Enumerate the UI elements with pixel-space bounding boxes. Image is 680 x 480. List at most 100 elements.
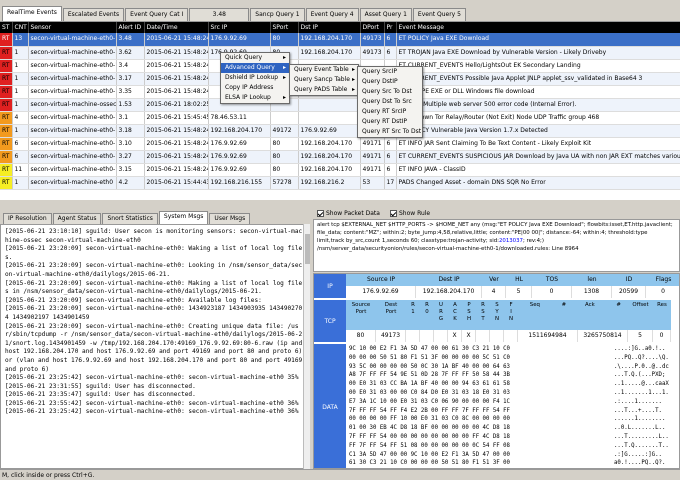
table-row[interactable]: RT 1 secon-virtual-machine-eth0-1 3.62 2015-… — [0, 46, 680, 60]
col-src-ip[interactable]: Src IP — [208, 22, 271, 33]
sensor-cell[interactable]: secon-virtual-machine-eth0-1 — [28, 111, 117, 125]
date-time-cell[interactable]: 2015-06-21 15:48:24 — [144, 124, 209, 138]
protocol-cell[interactable]: 6 — [384, 150, 397, 164]
dst-ip-cell[interactable]: 192.168.204.170 — [298, 137, 361, 151]
tab-alert-348[interactable]: 3.48 — [189, 8, 250, 21]
count-cell[interactable]: 1 — [12, 59, 29, 73]
sport-cell[interactable] — [270, 111, 299, 125]
menu-query-sancp-table[interactable]: Query Sancp Table ▸ — [290, 75, 358, 85]
menu-query-rt-dstip[interactable]: Query RT DstIP — [358, 117, 422, 127]
dport-cell[interactable]: 49173 — [360, 33, 385, 47]
menu-quick-query[interactable]: Quick Query ▸ — [221, 53, 289, 63]
event-message-cell[interactable]: ET TROJAN Java EXE Download by Vulnerabl… — [396, 46, 680, 60]
tab-snort-statistics[interactable]: Snort Statistics — [102, 213, 158, 224]
src-ip-cell[interactable]: 176.9.92.69 — [208, 163, 271, 177]
date-time-cell[interactable]: 2015-06-21 15:48:24 — [144, 85, 209, 99]
event-message-cell[interactable]: ET POLICY Java EXE Download — [396, 33, 680, 47]
dport-cell[interactable]: 49171 — [360, 163, 385, 177]
status-cell[interactable]: RT — [0, 59, 13, 73]
table-row[interactable]: RT 6 secon-virtual-machine-eth0-1 3.27 2015-… — [0, 150, 680, 164]
menu-copy-ip-address[interactable]: Copy IP Address — [221, 83, 289, 93]
date-time-cell[interactable]: 2015-06-21 15:44:43 — [144, 176, 209, 190]
sport-cell[interactable]: 80 — [270, 33, 299, 47]
col-event-message[interactable]: Event Message — [396, 22, 680, 33]
sensor-cell[interactable]: secon-virtual-machine-eth0-1 — [28, 59, 117, 73]
tab-ip-resolution[interactable]: IP Resolution — [3, 213, 52, 224]
col-cnt[interactable]: CNT — [12, 22, 29, 33]
ascii-dump[interactable]: ....:]G..a0.!.. ...PQ..Q?....\Q. .\....P… — [614, 344, 679, 468]
sensor-cell[interactable]: secon-virtual-machine-eth0-1 — [28, 137, 117, 151]
date-time-cell[interactable]: 2015-06-21 15:45:45 — [144, 111, 209, 125]
checkbox-icon[interactable] — [317, 209, 324, 217]
count-cell[interactable]: 1 — [12, 85, 29, 99]
checkbox-icon[interactable] — [389, 209, 397, 217]
col-dst-ip[interactable]: Dst IP — [298, 22, 361, 33]
status-cell[interactable]: RT — [0, 124, 13, 138]
status-cell[interactable]: RT — [0, 85, 13, 99]
menu-dshield-ip-lookup[interactable]: Dshield IP Lookup ▸ — [221, 73, 289, 83]
event-message-cell[interactable]: PADS Changed Asset - domain DNS SQR No E… — [396, 176, 680, 190]
menu-query-src-to-dst[interactable]: Query Src To Dst — [358, 87, 422, 97]
show-packet-data-toggle[interactable]: Show Packet Data — [317, 209, 380, 217]
status-cell[interactable]: RT — [0, 137, 13, 151]
dst-ip-cell[interactable] — [298, 111, 361, 125]
menu-query-srcip[interactable]: Query SrcIP — [358, 67, 422, 77]
date-time-cell[interactable]: 2015-06-21 15:48:24 — [144, 46, 209, 60]
event-message-cell[interactable]: ET POLICY Vulnerable Java Version 1.7.x … — [396, 124, 680, 138]
count-cell[interactable]: 1 — [12, 176, 29, 190]
alert-id-cell[interactable]: 3.18 — [116, 124, 145, 138]
count-cell[interactable]: 1 — [12, 98, 29, 112]
sensor-cell[interactable]: secon-virtual-machine-eth0 — [28, 176, 117, 190]
alert-id-cell[interactable]: 3.15 — [116, 163, 145, 177]
alert-id-cell[interactable]: 4.2 — [116, 176, 145, 190]
status-cell[interactable]: RT — [0, 33, 13, 47]
sensor-cell[interactable]: secon-virtual-machine-eth0-1 — [28, 85, 117, 99]
alert-id-cell[interactable]: 3.35 — [116, 85, 145, 99]
table-row[interactable]: RT 11 secon-virtual-machine-eth0-1 3.15 2015… — [0, 163, 680, 177]
protocol-cell[interactable]: 6 — [384, 163, 397, 177]
src-ip-cell[interactable]: 192.168.204.170 — [208, 124, 271, 138]
count-cell[interactable]: 4 — [12, 111, 29, 125]
log-scrollbar-thumb[interactable] — [305, 234, 310, 264]
tab-sancp-query-1[interactable]: Sancp Query 1 — [250, 8, 305, 21]
alert-id-cell[interactable]: 3.4 — [116, 59, 145, 73]
date-time-cell[interactable]: 2015-06-21 15:48:24 — [144, 150, 209, 164]
date-time-cell[interactable]: 2015-06-21 15:48:24 — [144, 163, 209, 177]
status-cell[interactable]: RT — [0, 111, 13, 125]
menu-query-rt-srcip[interactable]: Query RT SrcIP — [358, 107, 422, 117]
hex-dump[interactable]: 9C 10 00 E2 F1 3A 5D 47 00 00 61 30 C3 2… — [346, 344, 576, 468]
alert-id-cell[interactable]: 3.27 — [116, 150, 145, 164]
dst-ip-cell[interactable]: 192.168.204.170 — [298, 163, 361, 177]
table-row[interactable]: RT 13 secon-virtual-machine-eth0-1 3.48 2015… — [0, 33, 680, 47]
sensor-cell[interactable]: secon-virtual-machine-eth0-1 — [28, 163, 117, 177]
event-message-cell[interactable]: ET CURRENT_EVENTS Hello/LightsOut EK Sec… — [396, 59, 680, 73]
date-time-cell[interactable]: 2015-06-21 15:48:24 — [144, 72, 209, 86]
table-row[interactable]: RT 6 secon-virtual-machine-eth0-1 3.10 2015-… — [0, 137, 680, 151]
count-cell[interactable]: 1 — [12, 46, 29, 60]
col-st[interactable]: ST — [0, 22, 13, 33]
col-dport[interactable]: DPort — [360, 22, 385, 33]
alert-id-cell[interactable]: 1.53 — [116, 98, 145, 112]
dst-ip-cell[interactable]: 192.168.204.170 — [298, 33, 361, 47]
protocol-cell[interactable]: 17 — [384, 176, 397, 190]
col-pr[interactable]: Pr — [384, 22, 397, 33]
dport-cell[interactable]: 53 — [360, 176, 385, 190]
system-messages-log[interactable]: [2015-06-21 23:10:10] sguild: User secon… — [0, 224, 310, 469]
sensor-cell[interactable]: secon-virtual-machine-eth0-1 — [28, 72, 117, 86]
col-sport[interactable]: SPort — [270, 22, 299, 33]
src-ip-cell[interactable]: 176.9.92.69 — [208, 137, 271, 151]
date-time-cell[interactable]: 2015-06-21 15:48:24 — [144, 137, 209, 151]
date-time-cell[interactable]: 2015-06-21 15:48:24 — [144, 33, 209, 47]
protocol-cell[interactable]: 6 — [384, 33, 397, 47]
event-message-cell[interactable]: ET CURRENT_EVENTS SUSPICIOUS JAR Downloa… — [396, 150, 680, 164]
tab-realtime-events[interactable]: RealTime Events — [2, 6, 62, 21]
src-ip-cell[interactable]: 78.46.53.11 — [208, 111, 271, 125]
tab-event-query-cat-i[interactable]: Event Query Cat I — [125, 8, 189, 21]
dport-cell[interactable]: 49171 — [360, 137, 385, 151]
tab-system-msgs[interactable]: System Msgs — [158, 211, 209, 224]
event-message-cell[interactable]: ET INFO JAVA - ClassID — [396, 163, 680, 177]
tab-agent-status[interactable]: Agent Status — [52, 213, 102, 224]
dst-ip-cell[interactable]: 192.168.204.170 — [298, 150, 361, 164]
status-cell[interactable]: RT — [0, 150, 13, 164]
log-scrollbar[interactable] — [303, 224, 310, 469]
